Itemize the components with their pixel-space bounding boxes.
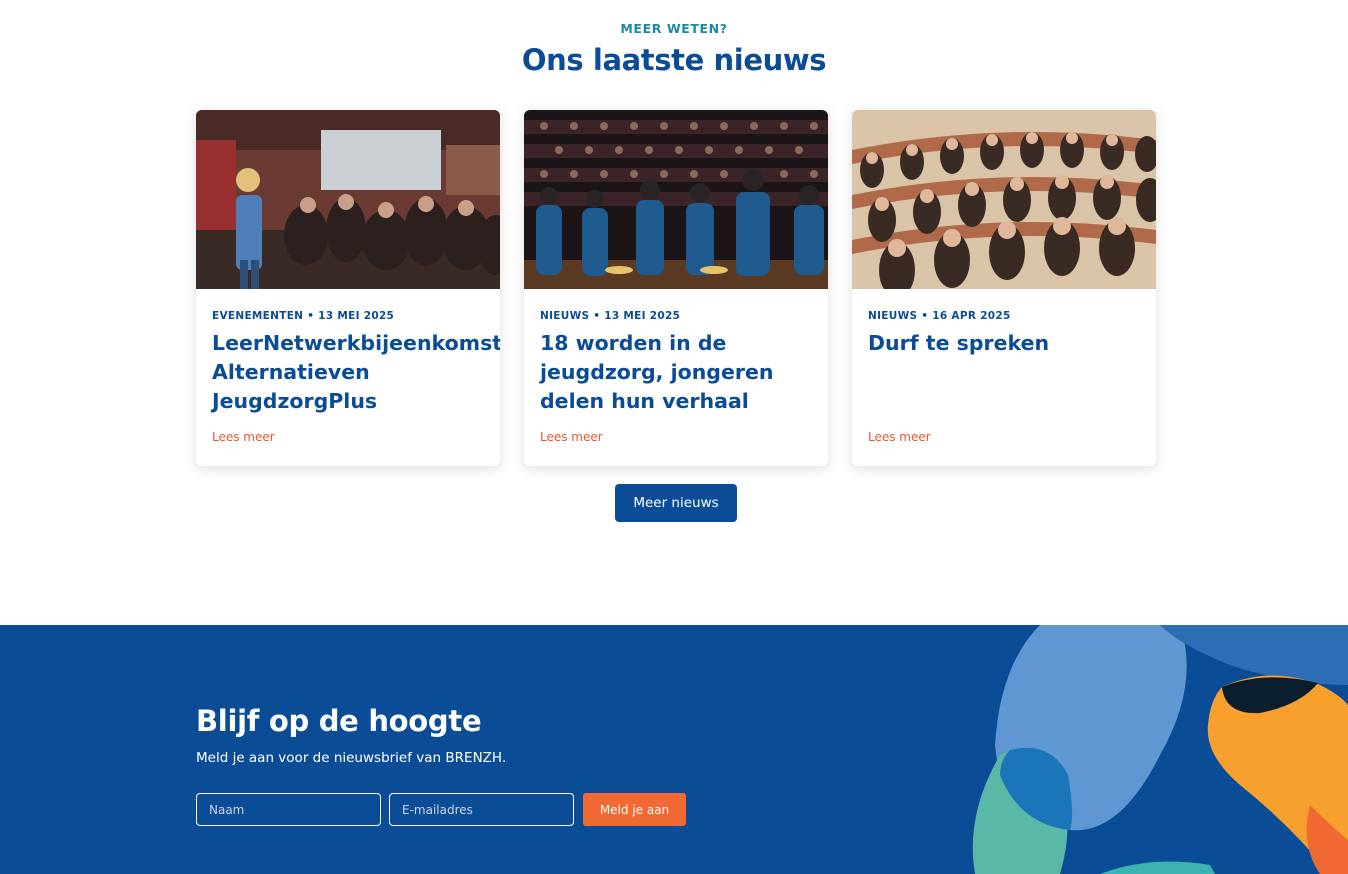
name-input[interactable] <box>196 793 381 826</box>
email-input[interactable] <box>389 793 574 826</box>
section-eyebrow: MEER WETEN? <box>620 21 728 36</box>
news-card[interactable]: NIEUWS • 16 APR 2025 Durf te spreken Lee… <box>852 110 1156 466</box>
newsletter-section: Blijf op de hoogte Meld je aan voor de n… <box>0 625 1348 874</box>
card-title[interactable]: LeerNetwerkbijeenkomst Alternatieven Jeu… <box>212 329 500 416</box>
card-image[interactable] <box>852 110 1156 289</box>
card-meta: NIEUWS • 13 MEI 2025 <box>540 310 681 322</box>
newsletter-title: Blijf op de hoogte <box>196 704 482 738</box>
read-more-link[interactable]: Lees meer <box>212 430 275 444</box>
card-image[interactable] <box>524 110 828 289</box>
card-meta: EVENEMENTEN • 13 MEI 2025 <box>212 310 395 322</box>
card-title[interactable]: 18 worden in de jeugdzorg, jongeren dele… <box>540 329 822 416</box>
card-image[interactable] <box>196 110 500 289</box>
news-card[interactable]: EVENEMENTEN • 13 MEI 2025 LeerNetwerkbij… <box>196 110 500 466</box>
newsletter-subtitle: Meld je aan voor de nieuwsbrief van BREN… <box>196 750 507 766</box>
card-meta: NIEUWS • 16 APR 2025 <box>868 310 1011 322</box>
section-title: Ons laatste nieuws <box>521 43 827 77</box>
more-news-button[interactable]: Meer nieuws <box>615 484 737 522</box>
subscribe-button[interactable]: Meld je aan <box>583 793 686 826</box>
news-card[interactable]: NIEUWS • 13 MEI 2025 18 worden in de jeu… <box>524 110 828 466</box>
read-more-link[interactable]: Lees meer <box>540 430 603 444</box>
news-section: MEER WETEN? Ons laatste nieuws EVENEMENT… <box>0 0 1348 625</box>
read-more-link[interactable]: Lees meer <box>868 430 931 444</box>
card-title[interactable]: Durf te spreken <box>868 329 1150 358</box>
